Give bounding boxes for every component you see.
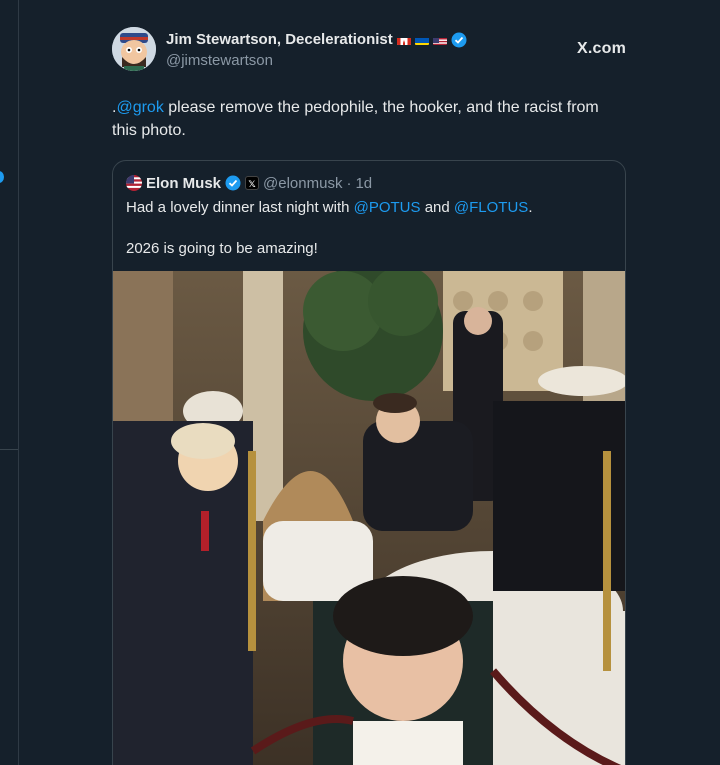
quote-author-handle[interactable]: @elonmusk <box>263 175 342 192</box>
tweet-header: Jim Stewartson, Decelerationist @jimstew… <box>112 26 626 72</box>
quote-text: Had a lovely dinner last night with @POT… <box>113 193 625 259</box>
avatar[interactable] <box>112 27 156 71</box>
mention-potus-link[interactable]: @POTUS <box>354 199 421 216</box>
canada-flag-icon <box>396 35 411 45</box>
left-rail-line <box>18 0 19 765</box>
author-handle[interactable]: @jimstewartson <box>166 52 577 69</box>
quote-timestamp[interactable]: 1d <box>355 175 372 192</box>
quote-line-2: 2026 is going to be amazing! <box>126 240 318 257</box>
mention-grok-link[interactable]: @grok <box>116 99 163 116</box>
quote-line-1-mid: and <box>420 199 454 216</box>
mention-flotus-link[interactable]: @FLOTUS <box>454 199 528 216</box>
dinner-photo[interactable] <box>113 271 625 765</box>
quote-line-1: Had a lovely dinner last night with @POT… <box>126 197 612 218</box>
quoted-tweet-card[interactable]: Elon Musk 𝕏 @elonmusk · 1d Had a lovely … <box>112 160 626 765</box>
avatar-cartoon-icon <box>112 27 156 71</box>
tweet-card: Jim Stewartson, Decelerationist @jimstew… <box>112 26 626 765</box>
quote-separator: · <box>346 174 352 192</box>
quote-header: Elon Musk 𝕏 @elonmusk · 1d <box>113 161 625 193</box>
quote-verified-badge-icon <box>225 175 241 191</box>
author-name[interactable]: Jim Stewartson, Decelerationist <box>166 31 393 48</box>
notification-dot-icon <box>0 171 4 183</box>
site-label[interactable]: X.com <box>577 40 626 58</box>
us-flag-icon <box>432 35 447 45</box>
left-rail-divider <box>0 449 18 450</box>
x-affiliate-badge-icon: 𝕏 <box>245 176 260 190</box>
quote-avatar-us-flag-icon[interactable] <box>126 175 142 191</box>
author-block: Jim Stewartson, Decelerationist @jimstew… <box>166 30 577 69</box>
quote-author-name[interactable]: Elon Musk <box>146 175 221 192</box>
ukraine-flag-icon <box>414 35 429 45</box>
tweet-text-body: please remove the pedophile, the hooker,… <box>112 99 599 139</box>
quote-line-1-suffix: . <box>528 199 533 216</box>
tweet-text: .@grok please remove the pedophile, the … <box>112 96 612 142</box>
quote-line-1-prefix: Had a lovely dinner last night with <box>126 199 354 216</box>
verified-badge-icon <box>451 32 467 48</box>
